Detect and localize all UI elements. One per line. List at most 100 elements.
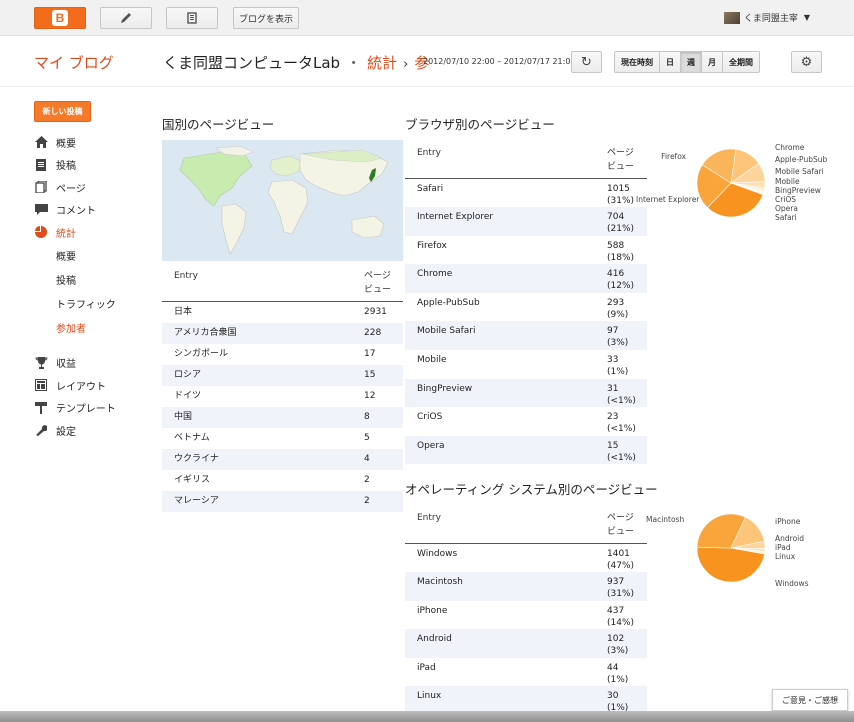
table-row[interactable]: Apple-PubSub 293 (9%) (405, 292, 647, 322)
browser-table: Entry ページ ビュー Safari 1015 (31%) Internet Ex… (405, 140, 647, 465)
table-row[interactable]: ドイツ 12 (162, 385, 403, 407)
country-entry-cell: 中国 (162, 406, 352, 428)
settings-button[interactable]: ⚙ (791, 51, 822, 73)
table-row[interactable]: Internet Explorer 704 (21%) (405, 207, 647, 236)
sidebar-item-posts[interactable]: 投稿 (34, 154, 154, 177)
table-row[interactable]: 日本 2931 (162, 301, 403, 323)
table-row[interactable]: ロシア 15 (162, 364, 403, 386)
sidebar-sub-posts[interactable]: 投稿 (34, 268, 154, 292)
world-map[interactable] (162, 140, 403, 261)
sidebar-item-label: コメント (56, 206, 96, 218)
os-entry-cell: Android (405, 629, 595, 658)
browser-views-percent: (12%) (607, 281, 635, 292)
sidebar-item-layout[interactable]: レイアウト (34, 374, 154, 397)
country-views-value: 5 (364, 432, 370, 443)
posts-list-button[interactable] (166, 7, 218, 29)
sidebar-sub-traffic[interactable]: トラフィック (34, 292, 154, 316)
view-blog-button[interactable]: ブログを表示 (233, 7, 299, 29)
range-week[interactable]: 週 (680, 52, 701, 72)
range-month[interactable]: 月 (701, 52, 722, 72)
table-row[interactable]: アメリカ合衆国 228 (162, 322, 403, 344)
browser-views-percent: (9%) (607, 309, 629, 320)
sidebar-item-earnings[interactable]: 収益 (34, 352, 154, 375)
country-col-views[interactable]: ページ ビュー (352, 263, 403, 302)
country-section-title: 国別のページビュー (162, 117, 275, 132)
os-pie-chart[interactable] (696, 511, 766, 585)
os-views-value: 102 (607, 634, 625, 644)
browser-entry-cell: Opera (405, 435, 595, 465)
sidebar-sub-overview[interactable]: 概要 (34, 244, 154, 268)
sidebar-item-stats[interactable]: 統計 (34, 221, 154, 244)
browser-col-views[interactable]: ページ ビュー (595, 140, 647, 179)
browser-col-entry[interactable]: Entry (405, 140, 595, 179)
table-row[interactable]: ウクライナ 4 (162, 448, 403, 470)
country-views-cell: 2931 (352, 301, 403, 323)
sidebar-item-overview[interactable]: 概要 (34, 131, 154, 154)
sidebar-item-comments[interactable]: コメント (34, 199, 154, 222)
browser-entry-cell: Internet Explorer (405, 207, 595, 236)
os-entry-cell: iPhone (405, 600, 595, 629)
sidebar-item-label: ページ (56, 183, 86, 195)
new-post-button[interactable]: 新しい投稿 (34, 101, 91, 122)
sidebar-item-settings[interactable]: 設定 (34, 419, 154, 442)
blogger-home-button[interactable]: B (34, 7, 86, 29)
sidebar-item-label: 設定 (56, 426, 76, 438)
date-range: 2012/07/10 22:00 – 2012/07/17 21:00 (423, 57, 576, 66)
sidebar-item-pages[interactable]: ページ (34, 176, 154, 199)
browser-views-value: 1015 (607, 184, 630, 194)
table-row[interactable]: Mobile 33 (1%) (405, 350, 647, 379)
browser-entry-cell: Chrome (405, 264, 595, 293)
sidebar-item-label: 投稿 (56, 161, 76, 173)
table-row[interactable]: Safari 1015 (31%) (405, 178, 647, 208)
table-row[interactable]: Android 102 (3%) (405, 629, 647, 658)
table-row[interactable]: iPhone 437 (14%) (405, 600, 647, 629)
country-views-value: 2 (364, 495, 370, 506)
table-row[interactable]: Mobile Safari 97 (3%) (405, 321, 647, 351)
range-all[interactable]: 全期間 (722, 52, 759, 72)
country-entry-cell: ウクライナ (162, 448, 352, 470)
table-row[interactable]: マレーシア 2 (162, 490, 403, 512)
new-post-pencil-button[interactable] (100, 7, 152, 29)
my-blog-link[interactable]: マイ ブログ (34, 52, 114, 73)
browser-views-cell: 704 (21%) (595, 207, 647, 236)
user-menu[interactable]: くま同盟主宰 ▼ (723, 11, 810, 24)
table-row[interactable]: Opera 15 (<1%) (405, 435, 647, 465)
browser-pie-chart[interactable] (696, 146, 766, 220)
os-col-entry[interactable]: Entry (405, 505, 595, 544)
table-row[interactable]: Macintosh 937 (31%) (405, 572, 647, 601)
os-views-percent: (14%) (607, 617, 635, 628)
table-row[interactable]: 中国 8 (162, 406, 403, 428)
range-day[interactable]: 日 (659, 52, 680, 72)
table-row[interactable]: Firefox 588 (18%) (405, 235, 647, 265)
os-views-cell: 44 (1%) (595, 657, 647, 686)
table-row[interactable]: イギリス 2 (162, 469, 403, 491)
browser-views-cell: 33 (1%) (595, 350, 647, 379)
table-row[interactable]: BingPreview 31 (<1%) (405, 378, 647, 408)
refresh-button[interactable]: ↻ (571, 51, 602, 73)
table-row[interactable]: CriOS 23 (<1%) (405, 407, 647, 436)
browser-views-cell: 23 (<1%) (595, 407, 647, 436)
table-row[interactable]: Windows 1401 (47%) (405, 543, 647, 572)
sidebar-sub-audience[interactable]: 参加者 (34, 316, 154, 340)
table-row[interactable]: ベトナム 5 (162, 427, 403, 449)
stats-icon (34, 226, 48, 239)
table-row[interactable]: シンガポール 17 (162, 343, 403, 365)
country-col-entry[interactable]: Entry (162, 263, 352, 302)
browser-views-value: 704 (607, 212, 625, 223)
browser-views-percent: (<1%) (607, 395, 636, 406)
table-row[interactable]: Chrome 416 (12%) (405, 264, 647, 293)
browser-views-value: 15 (607, 440, 619, 451)
country-entry-cell: ベトナム (162, 427, 352, 449)
pie-label: Linux (775, 552, 796, 561)
pie-slice[interactable] (696, 547, 765, 583)
feedback-button[interactable]: ご意見・ご感想 (772, 689, 848, 711)
os-col-views[interactable]: ページ ビュー (595, 505, 647, 544)
blog-name[interactable]: くま同盟コンピュータLab (163, 52, 340, 73)
os-views-percent: (3%) (607, 646, 629, 656)
table-row[interactable]: iPad 44 (1%) (405, 657, 647, 686)
sidebar-item-template[interactable]: テンプレート (34, 397, 154, 420)
browser-views-percent: (3%) (607, 338, 629, 349)
breadcrumb-stats[interactable]: 統計 (367, 52, 397, 73)
pie-label: iPad (775, 543, 791, 552)
range-now[interactable]: 現在時刻 (615, 52, 659, 72)
